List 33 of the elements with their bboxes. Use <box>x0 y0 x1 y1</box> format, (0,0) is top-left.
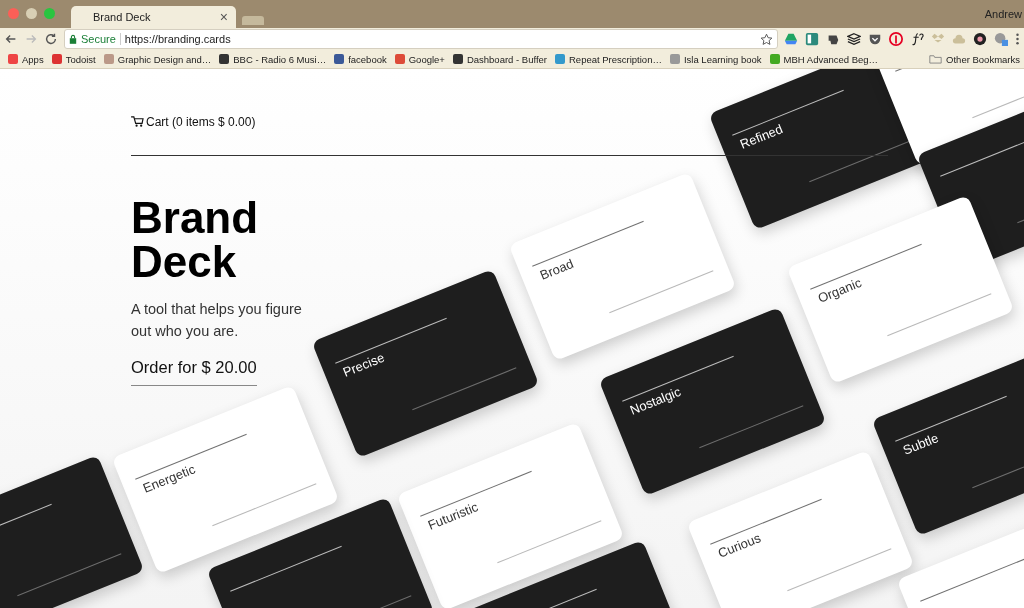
profile-name[interactable]: Andrew <box>984 8 1022 20</box>
triangle-icon[interactable] <box>784 32 798 46</box>
minimize-window-icon[interactable] <box>26 8 37 19</box>
cart-icon <box>131 116 144 127</box>
other-bookmarks-folder[interactable]: Other Bookmarks <box>929 53 1020 65</box>
font-icon[interactable] <box>910 32 924 46</box>
bookmark[interactable]: MBH Advanced Beg… <box>769 53 879 65</box>
cart-link[interactable]: Cart (0 items $ 0.00) <box>131 114 256 129</box>
bookmark[interactable]: Todoist <box>51 53 96 65</box>
bookmark[interactable]: Google+ <box>394 53 445 65</box>
pocket-icon[interactable] <box>868 32 882 46</box>
layers-icon[interactable] <box>847 32 861 46</box>
tagline: A tool that helps you figure out who you are. <box>131 300 303 341</box>
star-icon[interactable] <box>760 32 773 46</box>
order-link[interactable]: Order for $ 20.00 <box>131 358 257 386</box>
bookmark[interactable]: Dashboard - Buffer <box>452 53 547 65</box>
address-bar[interactable]: Secure https://branding.cards <box>64 29 778 49</box>
bookmark[interactable]: facebook <box>334 53 387 65</box>
circle-icon[interactable] <box>973 32 987 46</box>
browser-tab[interactable]: Brand Deck × <box>71 6 236 28</box>
reload-icon[interactable] <box>44 32 58 46</box>
bookmark[interactable]: Graphic Design and… <box>103 53 212 65</box>
bookmark[interactable]: BBC - Radio 6 Musi… <box>219 53 327 65</box>
close-icon[interactable]: × <box>219 9 228 25</box>
bookmark[interactable]: Isla Learning book <box>669 53 762 65</box>
bookmark[interactable]: Apps <box>8 53 44 65</box>
folder-icon <box>929 54 943 64</box>
lock-icon <box>69 34 77 44</box>
menu-icon[interactable] <box>1015 32 1020 46</box>
board-icon[interactable] <box>805 32 819 46</box>
bookmark[interactable]: Repeat Prescription… <box>555 53 662 65</box>
back-icon[interactable] <box>4 32 18 46</box>
page-title: Brand Deck <box>131 196 259 284</box>
